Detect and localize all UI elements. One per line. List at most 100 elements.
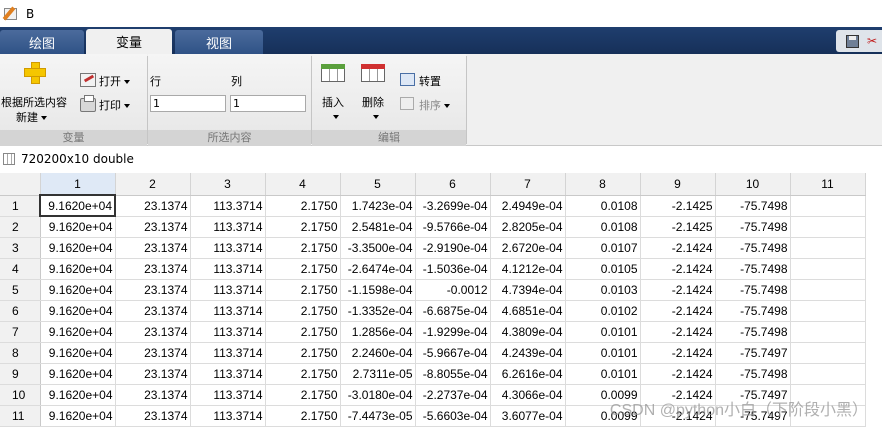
- column-header[interactable]: 5: [340, 173, 416, 196]
- table-cell[interactable]: 9.1620e+04: [40, 342, 116, 364]
- column-header[interactable]: 6: [415, 173, 491, 196]
- table-cell[interactable]: -75.7498: [715, 258, 791, 280]
- table-cell[interactable]: -1.5036e-04: [415, 258, 491, 280]
- table-cell[interactable]: 23.1374: [115, 279, 191, 301]
- table-cell[interactable]: 0.0105: [565, 258, 641, 280]
- column-header[interactable]: 8: [565, 173, 641, 196]
- table-cell[interactable]: -75.7498: [715, 279, 791, 301]
- table-cell[interactable]: 4.7394e-04: [490, 279, 566, 301]
- table-cell[interactable]: 23.1374: [115, 363, 191, 385]
- table-cell[interactable]: [790, 279, 866, 301]
- table-cell[interactable]: -1.9299e-04: [415, 321, 491, 343]
- table-cell[interactable]: 2.1750: [265, 279, 341, 301]
- table-cell[interactable]: -2.2737e-04: [415, 384, 491, 406]
- table-cell[interactable]: 2.1750: [265, 195, 341, 217]
- table-cell[interactable]: -2.1424: [640, 321, 716, 343]
- delete-dropdown[interactable]: [370, 110, 379, 123]
- table-cell[interactable]: 23.1374: [115, 384, 191, 406]
- table-cell[interactable]: 23.1374: [115, 195, 191, 217]
- table-cell[interactable]: -75.7498: [715, 237, 791, 259]
- table-cell[interactable]: 9.1620e+04: [40, 363, 116, 385]
- table-cell[interactable]: 2.1750: [265, 258, 341, 280]
- table-cell[interactable]: 0.0108: [565, 216, 641, 238]
- table-cell[interactable]: 2.7311e-05: [340, 363, 416, 385]
- table-cell[interactable]: 23.1374: [115, 216, 191, 238]
- table-cell[interactable]: -75.7497: [715, 342, 791, 364]
- table-cell[interactable]: 2.2460e-04: [340, 342, 416, 364]
- table-cell[interactable]: -2.1425: [640, 195, 716, 217]
- table-cell[interactable]: -75.7498: [715, 195, 791, 217]
- table-cell[interactable]: 4.6851e-04: [490, 300, 566, 322]
- save-icon[interactable]: [846, 34, 859, 48]
- table-cell[interactable]: -3.0180e-04: [340, 384, 416, 406]
- table-cell[interactable]: 0.0101: [565, 321, 641, 343]
- table-cell[interactable]: 4.1212e-04: [490, 258, 566, 280]
- table-cell[interactable]: 113.3714: [190, 405, 266, 427]
- table-cell[interactable]: 113.3714: [190, 363, 266, 385]
- row-header[interactable]: 10: [0, 384, 41, 406]
- table-cell[interactable]: 0.0107: [565, 237, 641, 259]
- table-cell[interactable]: -3.3500e-04: [340, 237, 416, 259]
- table-cell[interactable]: -2.1425: [640, 216, 716, 238]
- row-header[interactable]: 7: [0, 321, 41, 343]
- table-cell[interactable]: -5.9667e-04: [415, 342, 491, 364]
- table-cell[interactable]: 2.1750: [265, 321, 341, 343]
- column-header[interactable]: 7: [490, 173, 566, 196]
- table-cell[interactable]: 2.1750: [265, 363, 341, 385]
- table-cell[interactable]: -2.1424: [640, 300, 716, 322]
- table-cell[interactable]: -9.5766e-04: [415, 216, 491, 238]
- row-field[interactable]: 1: [150, 95, 226, 112]
- col-field[interactable]: 1: [230, 95, 306, 112]
- row-header[interactable]: 5: [0, 279, 41, 301]
- insert-dropdown[interactable]: [330, 110, 339, 123]
- table-cell[interactable]: 0.0101: [565, 363, 641, 385]
- table-cell[interactable]: 23.1374: [115, 342, 191, 364]
- table-cell[interactable]: [790, 237, 866, 259]
- table-cell[interactable]: 9.1620e+04: [40, 405, 116, 427]
- table-cell[interactable]: 4.2439e-04: [490, 342, 566, 364]
- table-cell[interactable]: 9.1620e+04: [40, 258, 116, 280]
- transpose-button[interactable]: 转置: [419, 73, 441, 89]
- column-header[interactable]: 2: [115, 173, 191, 196]
- table-cell[interactable]: 9.1620e+04: [40, 300, 116, 322]
- table-cell[interactable]: -75.7498: [715, 216, 791, 238]
- table-cell[interactable]: -7.4473e-05: [340, 405, 416, 427]
- table-cell[interactable]: 113.3714: [190, 279, 266, 301]
- table-cell[interactable]: 3.6077e-04: [490, 405, 566, 427]
- table-cell[interactable]: 2.1750: [265, 300, 341, 322]
- table-cell[interactable]: -6.6875e-04: [415, 300, 491, 322]
- table-cell[interactable]: -75.7498: [715, 363, 791, 385]
- table-cell[interactable]: -1.1598e-04: [340, 279, 416, 301]
- table-cell[interactable]: 23.1374: [115, 321, 191, 343]
- corner-cell[interactable]: [0, 173, 41, 196]
- tab-variable[interactable]: 变量: [86, 29, 172, 54]
- row-header[interactable]: 8: [0, 342, 41, 364]
- column-header[interactable]: 11: [790, 173, 866, 196]
- table-cell[interactable]: [790, 216, 866, 238]
- table-cell[interactable]: -3.2699e-04: [415, 195, 491, 217]
- table-cell[interactable]: 0.0102: [565, 300, 641, 322]
- column-header[interactable]: 9: [640, 173, 716, 196]
- delete-button[interactable]: 删除: [362, 94, 384, 110]
- table-cell[interactable]: 113.3714: [190, 258, 266, 280]
- table-cell[interactable]: 2.1750: [265, 237, 341, 259]
- table-cell[interactable]: -2.6474e-04: [340, 258, 416, 280]
- table-cell[interactable]: 0.0101: [565, 342, 641, 364]
- table-cell[interactable]: 113.3714: [190, 300, 266, 322]
- cut-icon[interactable]: ✂: [867, 34, 877, 48]
- row-header[interactable]: 3: [0, 237, 41, 259]
- table-cell[interactable]: 2.8205e-04: [490, 216, 566, 238]
- table-cell[interactable]: 4.3066e-04: [490, 384, 566, 406]
- table-cell[interactable]: 2.1750: [265, 405, 341, 427]
- table-cell[interactable]: [790, 195, 866, 217]
- table-cell[interactable]: 6.2616e-04: [490, 363, 566, 385]
- table-cell[interactable]: -75.7498: [715, 300, 791, 322]
- table-cell[interactable]: 23.1374: [115, 300, 191, 322]
- table-cell[interactable]: [790, 363, 866, 385]
- table-cell[interactable]: [790, 321, 866, 343]
- table-cell[interactable]: -0.0012: [415, 279, 491, 301]
- row-header[interactable]: 9: [0, 363, 41, 385]
- table-cell[interactable]: 113.3714: [190, 237, 266, 259]
- row-header[interactable]: 4: [0, 258, 41, 280]
- table-cell[interactable]: 2.1750: [265, 342, 341, 364]
